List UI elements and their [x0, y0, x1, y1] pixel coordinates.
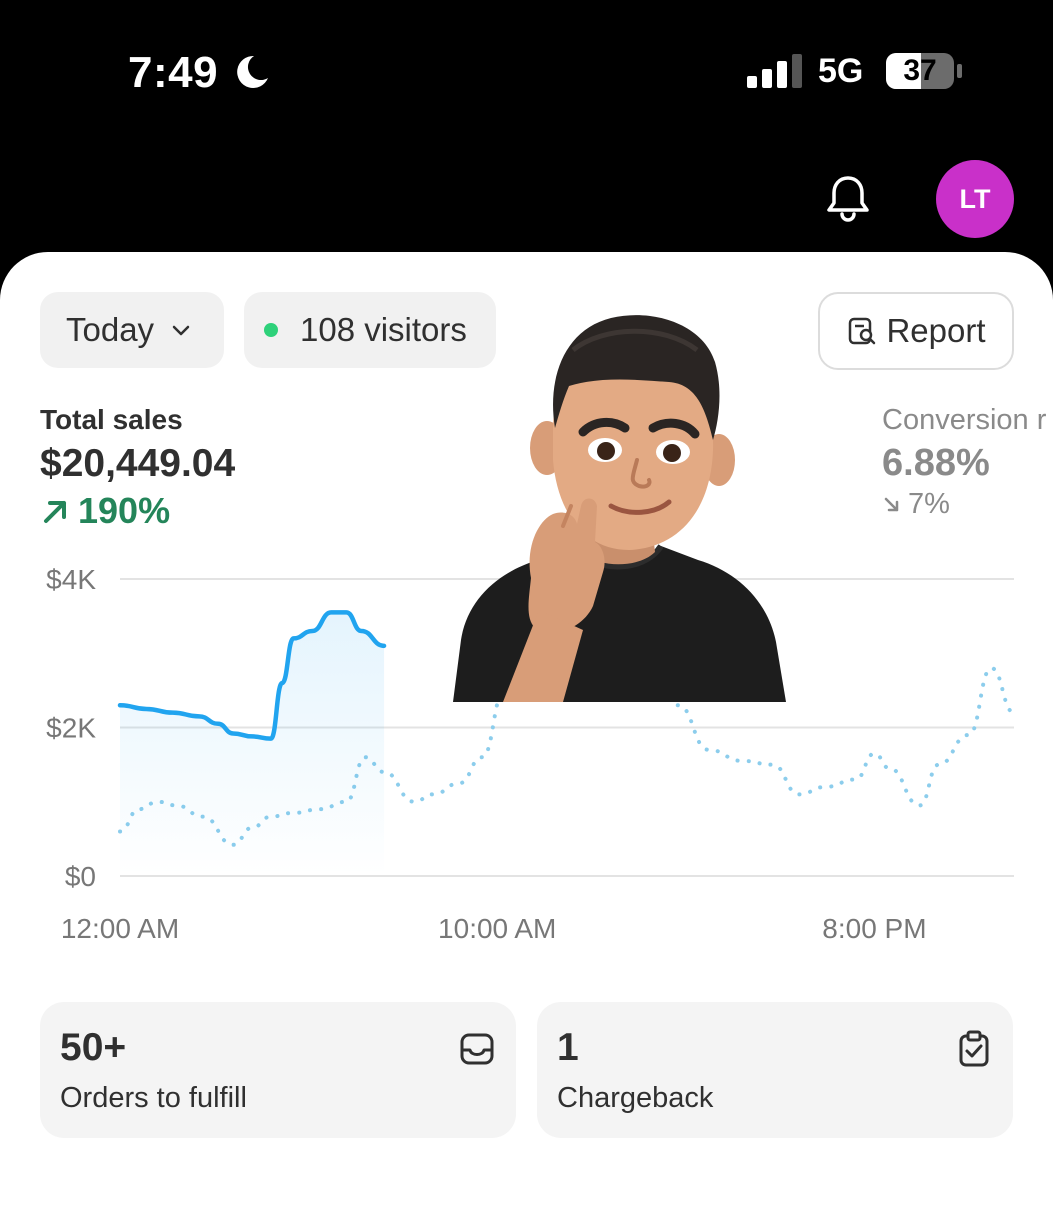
x-tick-label: 10:00 AM: [438, 913, 556, 944]
x-tick-label: 12:00 AM: [61, 913, 179, 944]
network-type: 5G: [818, 52, 864, 90]
visitors-label: 108 visitors: [300, 311, 467, 348]
y-tick-label: $4K: [46, 564, 96, 595]
orders-count: 50+: [60, 1026, 127, 1069]
report-icon: [849, 317, 876, 345]
period-label: Today: [66, 311, 155, 348]
current-series-area: [120, 612, 385, 876]
arrow-down-right-icon: [884, 497, 899, 511]
y-tick-label: $0: [65, 861, 96, 892]
report-label: Report: [886, 312, 986, 349]
total-sales-value: $20,449.04: [40, 442, 236, 485]
total-sales-delta-value: 190%: [78, 490, 171, 531]
chargeback-label: Chargeback: [557, 1082, 714, 1114]
orders-card[interactable]: 50+ Orders to fulfill: [40, 1002, 516, 1138]
inbox-icon: [460, 1033, 494, 1065]
conversion-value: 6.88%: [882, 442, 990, 484]
status-bar: 7:49 5G 37: [0, 0, 1053, 140]
battery-level: 37: [903, 54, 937, 87]
total-sales-label: Total sales: [40, 404, 183, 435]
conversion-delta-value: 7%: [908, 488, 950, 520]
report-button[interactable]: Report: [818, 292, 1014, 370]
live-dot-icon: [264, 323, 278, 337]
total-sales-delta: 190%: [40, 490, 170, 532]
clipboard-check-icon: [959, 1030, 989, 1067]
bell-icon[interactable]: [820, 170, 876, 226]
status-time: 7:49: [128, 48, 219, 97]
chevron-down-icon: [172, 325, 190, 336]
y-tick-label: $2K: [46, 713, 96, 744]
avatar[interactable]: LT: [936, 160, 1014, 238]
orders-label: Orders to fulfill: [60, 1082, 247, 1114]
moon-icon: [237, 55, 268, 88]
memoji-image: [453, 315, 786, 702]
arrow-up-right-icon: [44, 501, 66, 523]
period-selector[interactable]: Today: [40, 292, 224, 368]
x-tick-label: 8:00 PM: [822, 913, 926, 944]
signal-icon: [747, 54, 802, 88]
chargeback-count: 1: [557, 1026, 579, 1069]
conversion-label: Conversion r: [882, 404, 1047, 436]
conversion-delta: 7%: [882, 488, 950, 521]
chargeback-card[interactable]: 1 Chargeback: [537, 1002, 1013, 1138]
